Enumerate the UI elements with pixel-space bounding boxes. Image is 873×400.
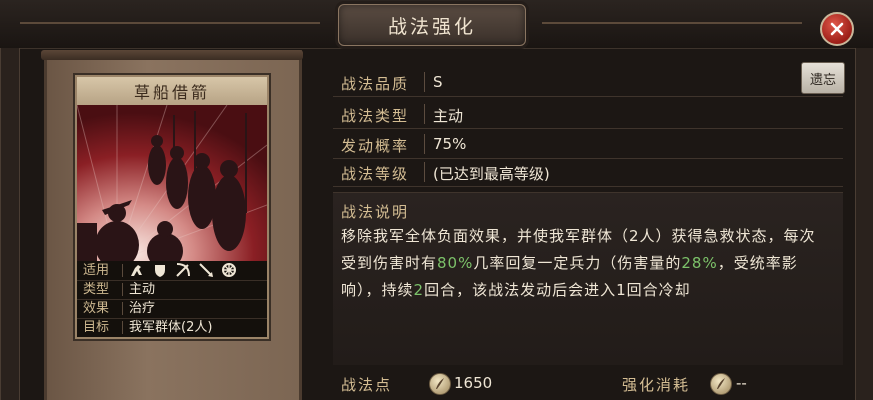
description-title: 战法说明 [341, 203, 410, 221]
attr-label: 发动概率 [341, 137, 410, 155]
description-box: 战法说明 移除我军全体负面效果，并使我军群体（2人）获得急救状态，每次受到伤害时… [333, 192, 843, 365]
forget-button[interactable]: 遗忘 [801, 62, 845, 94]
left-frame [0, 48, 20, 400]
crossbow-icon [175, 262, 191, 278]
info-key: 效果 [83, 301, 110, 316]
highlight-value: 28% [681, 254, 718, 272]
page-title: 战法强化 [387, 15, 476, 38]
info-key: 目标 [83, 320, 110, 335]
attr-label: 战法等级 [341, 165, 410, 183]
attr-value: S [433, 73, 443, 91]
info-row-applicable: 适用 [77, 261, 267, 281]
title-plate: 战法强化 [338, 4, 526, 46]
highlight-value: 80% [437, 254, 474, 272]
highlight-value: 2 [413, 281, 425, 299]
close-button[interactable] [820, 12, 854, 46]
attr-label: 战法类型 [341, 107, 410, 125]
info-value: 主动 [129, 282, 156, 297]
points-label: 战法点 [341, 376, 393, 394]
attr-value: (已达到最高等级) [433, 165, 550, 183]
shield-icon [152, 262, 168, 278]
upgrade-cost: 强化消耗 -- [622, 372, 822, 396]
attr-row-type: 战法类型 主动 [333, 100, 843, 129]
right-frame [855, 48, 873, 400]
tactic-card: 草船借箭 适用 类型 主动 效果 治疗 目标 我军群体(2人) [75, 75, 269, 339]
cost-label: 强化消耗 [622, 376, 691, 394]
quill-coin-icon [429, 373, 451, 395]
cavalry-icon [129, 262, 145, 278]
wheel-icon [221, 262, 237, 278]
cost-value: -- [736, 374, 747, 392]
attr-row-level: 战法等级 (已达到最高等级) [333, 158, 843, 187]
description-text: 移除我军全体负面效果，并使我军群体（2人）获得急救状态，每次受到伤害时有80%几… [341, 227, 816, 299]
info-value: 我军群体(2人) [129, 320, 213, 335]
attr-label: 战法品质 [341, 75, 410, 93]
attr-row-quality: 战法品质 S [333, 68, 843, 97]
scroll-rod-top [41, 50, 303, 60]
attr-value: 主动 [433, 107, 464, 125]
unit-icons [129, 262, 237, 278]
tactic-info: 适用 类型 主动 效果 治疗 目标 我军群体(2人) [77, 261, 267, 337]
spear-icon [198, 262, 214, 278]
points-value: 1650 [454, 374, 493, 392]
tactic-points: 战法点 1650 [341, 372, 561, 396]
tactic-artwork [77, 105, 267, 261]
info-key: 类型 [83, 282, 110, 297]
tactic-name: 草船借箭 [77, 77, 267, 105]
info-key: 适用 [83, 263, 110, 278]
detail-panel: 战法品质 S 遗忘 战法类型 主动 发动概率 75% 战法等级 (已达到最高等级… [333, 62, 845, 365]
attr-value: 75% [433, 135, 467, 153]
attr-row-probability: 发动概率 75% [333, 130, 843, 159]
info-row-target: 目标 我军群体(2人) [77, 318, 267, 337]
header-rail-right [542, 22, 802, 24]
info-row-type: 类型 主动 [77, 280, 267, 300]
close-icon [830, 22, 844, 36]
info-row-effect: 效果 治疗 [77, 299, 267, 319]
info-value: 治疗 [129, 301, 156, 316]
quill-coin-icon [710, 373, 732, 395]
header-rail-left [20, 22, 320, 24]
